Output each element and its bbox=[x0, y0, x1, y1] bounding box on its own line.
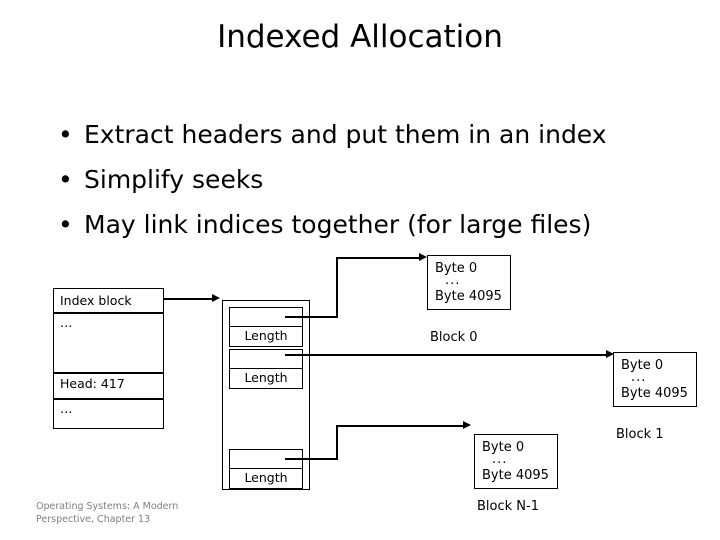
length-cell: Length bbox=[229, 368, 303, 390]
data-block-last-byte: Byte 4095 bbox=[435, 289, 502, 304]
connector-entry2-segment-h2 bbox=[336, 425, 466, 428]
data-block-last-byte: Byte 4095 bbox=[482, 468, 549, 483]
index-block-row-label: Head: 417 bbox=[60, 376, 125, 391]
data-block-ellipsis: ... bbox=[445, 273, 461, 288]
length-cell: Length bbox=[229, 468, 303, 490]
bullet-text: Extract headers and put them in an index bbox=[84, 120, 607, 149]
index-block-row-label: Index block bbox=[60, 293, 132, 308]
bullet-marker-icon: • bbox=[58, 210, 73, 239]
index-block-row-label: … bbox=[60, 315, 73, 330]
connector-entry1-segment-h bbox=[285, 354, 609, 357]
data-block-ellipsis: ... bbox=[492, 452, 508, 467]
table-row: Length bbox=[229, 307, 303, 348]
connector-entry0-segment-h2 bbox=[336, 257, 422, 260]
connector-entry2-segment-h1 bbox=[285, 458, 338, 461]
footer-line-2: Perspective, Chapter 13 bbox=[36, 513, 151, 525]
slide-footer: Operating Systems: A Modern Perspective,… bbox=[36, 501, 266, 526]
data-block-0: Byte 0 ... Byte 4095 bbox=[427, 255, 511, 310]
index-block-divider bbox=[54, 312, 163, 314]
index-block-diagram: Index block … Head: 417 … bbox=[53, 288, 164, 429]
arrowhead-icon bbox=[212, 294, 220, 302]
connector-entry0-segment-v bbox=[336, 257, 339, 318]
list-item: • May link indices together (for large f… bbox=[48, 202, 688, 247]
connector-index-to-table bbox=[164, 298, 214, 301]
bullet-marker-icon: • bbox=[58, 165, 73, 194]
list-item: • Simplify seeks bbox=[48, 157, 688, 202]
bullet-list: • Extract headers and put them in an ind… bbox=[48, 112, 688, 247]
data-block-1: Byte 0 ... Byte 4095 bbox=[613, 352, 697, 407]
connector-entry2-segment-v bbox=[336, 425, 339, 460]
length-cell: Length bbox=[229, 326, 303, 348]
index-block-divider bbox=[54, 372, 163, 374]
bullet-marker-icon: • bbox=[58, 120, 73, 149]
data-block-n-1-caption: Block N-1 bbox=[477, 499, 539, 514]
data-block-1-caption: Block 1 bbox=[616, 427, 664, 442]
index-block-row-label: … bbox=[60, 401, 73, 416]
arrowhead-icon bbox=[463, 421, 471, 429]
index-block-divider bbox=[54, 398, 163, 400]
pointer-table-container: Length Length Length bbox=[222, 300, 310, 490]
slide-canvas: Indexed Allocation • Extract headers and… bbox=[0, 0, 720, 540]
data-block-ellipsis: ... bbox=[631, 370, 647, 385]
page-title: Indexed Allocation bbox=[217, 19, 503, 55]
bullet-text: May link indices together (for large fil… bbox=[84, 210, 592, 239]
table-row: Length bbox=[229, 449, 303, 490]
data-block-0-caption: Block 0 bbox=[430, 330, 478, 345]
footer-line-1: Operating Systems: A Modern bbox=[36, 501, 179, 512]
arrowhead-icon bbox=[419, 253, 427, 261]
data-block-last-byte: Byte 4095 bbox=[621, 386, 688, 401]
data-block-n-1: Byte 0 ... Byte 4095 bbox=[474, 434, 558, 489]
connector-entry0-segment-h1 bbox=[285, 316, 338, 319]
bullet-text: Simplify seeks bbox=[84, 165, 264, 194]
list-item: • Extract headers and put them in an ind… bbox=[48, 112, 688, 157]
pointer-cell bbox=[229, 349, 303, 370]
